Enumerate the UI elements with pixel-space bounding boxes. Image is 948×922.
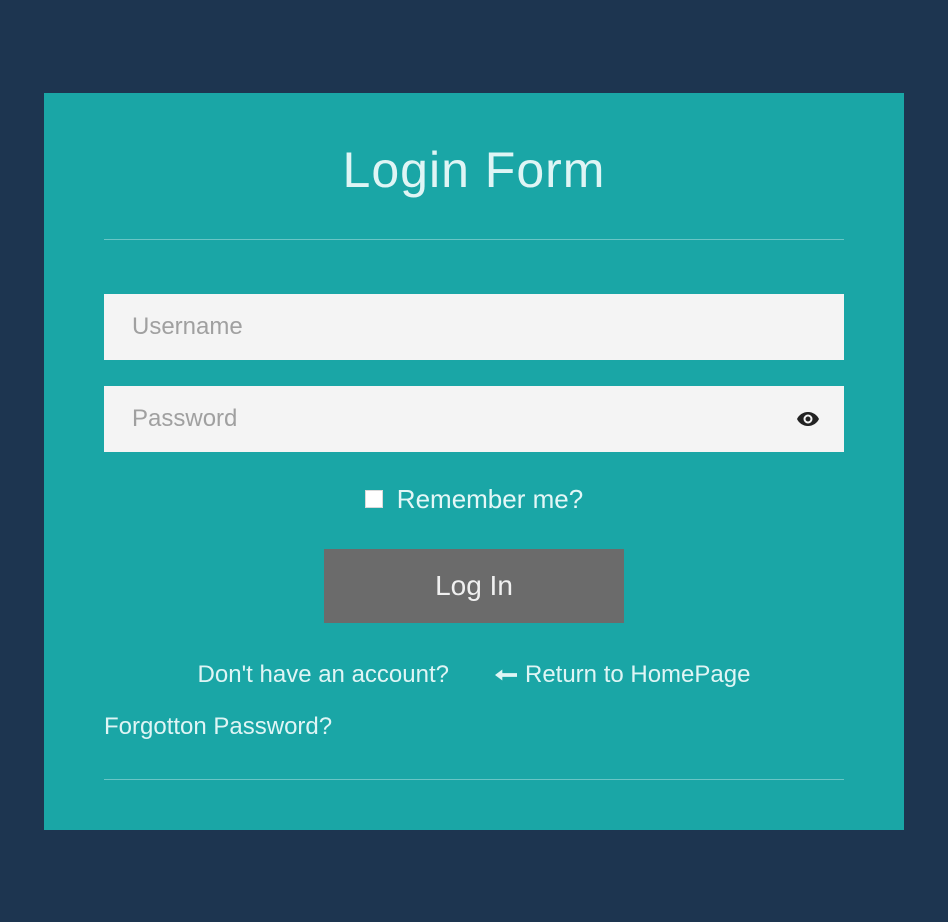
remember-label[interactable]: Remember me? — [397, 484, 583, 515]
return-home-link-text: Return to HomePage — [525, 661, 750, 689]
form-title: Login Form — [104, 141, 844, 199]
login-card: Login Form Remember me? Log In Don't hav… — [44, 93, 904, 830]
signup-link[interactable]: Don't have an account? — [198, 661, 449, 689]
forgot-password-link[interactable]: Forgotton Password? — [104, 713, 844, 741]
login-button[interactable]: Log In — [324, 549, 624, 623]
arrow-left-icon — [495, 661, 517, 689]
return-home-link[interactable]: Return to HomePage — [495, 661, 750, 689]
signup-link-text: Don't have an account? — [198, 661, 449, 689]
divider-bottom — [104, 779, 844, 780]
remember-checkbox[interactable] — [365, 490, 383, 508]
remember-row: Remember me? — [104, 484, 844, 515]
password-field-wrap — [104, 386, 844, 452]
forgot-row: Forgotton Password? — [104, 713, 844, 741]
divider-top — [104, 239, 844, 240]
password-input[interactable] — [104, 386, 844, 452]
forgot-password-link-text: Forgotton Password? — [104, 713, 332, 741]
username-input[interactable] — [104, 294, 844, 360]
show-password-icon[interactable] — [796, 407, 820, 431]
links-row: Don't have an account? Return to HomePag… — [104, 661, 844, 689]
